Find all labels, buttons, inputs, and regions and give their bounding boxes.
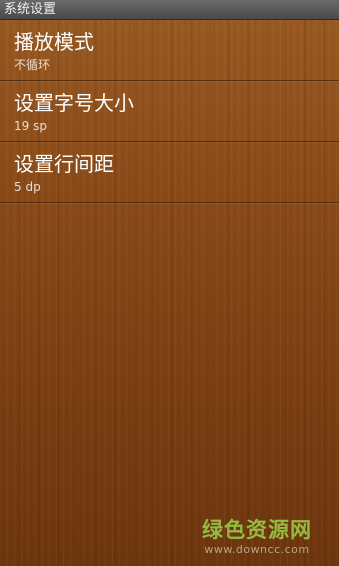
pref-title-play-mode: 播放模式 [14,30,94,54]
pref-item-play-mode[interactable]: 播放模式 不循环 [0,20,339,81]
watermark-title: 绿色资源网 [202,518,312,542]
window-title: 系统设置 [4,2,57,17]
watermark: 绿色资源网 www.downcc.com [197,517,317,556]
pref-summary-line-spacing: 5 dp [14,180,41,194]
pref-summary-font-size: 19 sp [14,119,47,133]
pref-item-line-spacing[interactable]: 设置行间距 5 dp [0,142,339,203]
pref-summary-play-mode: 不循环 [14,58,51,72]
pref-title-font-size: 设置字号大小 [14,91,134,115]
preference-list: 播放模式 不循环 设置字号大小 19 sp 设置行间距 5 dp [0,20,339,203]
title-bar: 系统设置 [0,0,339,20]
pref-title-line-spacing: 设置行间距 [14,152,114,176]
watermark-url: www.downcc.com [204,543,310,556]
pref-item-font-size[interactable]: 设置字号大小 19 sp [0,81,339,142]
